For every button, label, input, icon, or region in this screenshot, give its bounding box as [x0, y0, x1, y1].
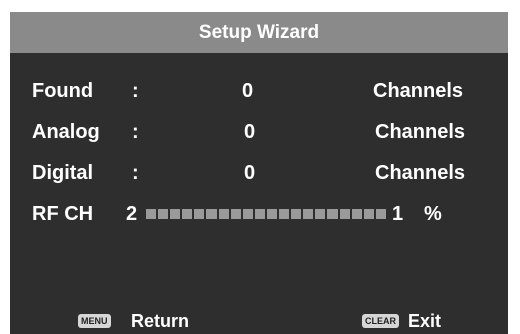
progress-segment — [230, 209, 241, 219]
found-unit: Channels — [373, 80, 464, 102]
progress-segment — [170, 209, 181, 219]
progress-segment — [206, 209, 217, 219]
progress-segment — [303, 209, 314, 219]
footer-bar: MENU Return CLEAR Exit — [10, 308, 508, 334]
rf-progress-bar — [146, 209, 386, 219]
progress-segment — [266, 209, 278, 219]
progress-segment — [327, 209, 338, 219]
progress-segment — [182, 209, 193, 219]
digital-colon: : — [132, 162, 139, 184]
progress-segment — [291, 209, 302, 219]
title-bar: Setup Wizard — [10, 12, 508, 53]
progress-segment — [242, 209, 253, 219]
rf-channel-start: 2 — [126, 203, 138, 225]
return-label[interactable]: Return — [131, 308, 189, 334]
menu-key-icon[interactable]: MENU — [78, 314, 111, 328]
page-title: Setup Wizard — [198, 21, 320, 43]
rf-progress-value: 1 — [392, 203, 404, 225]
found-colon: : — [132, 80, 139, 102]
progress-segment — [279, 209, 290, 219]
progress-segment — [375, 209, 386, 219]
clear-key-icon[interactable]: CLEAR — [362, 314, 399, 328]
digital-count: 0 — [244, 162, 256, 184]
digital-label: Digital — [32, 162, 94, 184]
exit-label[interactable]: Exit — [408, 308, 441, 334]
digital-unit: Channels — [375, 162, 466, 184]
found-label: Found — [32, 80, 94, 102]
analog-label: Analog — [32, 121, 100, 143]
digital-row: Digital : 0 Channels — [10, 160, 508, 186]
progress-segment — [315, 209, 326, 219]
progress-segment — [363, 209, 374, 219]
found-row: Found : 0 Channels — [10, 78, 508, 104]
progress-segment — [339, 209, 350, 219]
progress-segment — [146, 209, 157, 219]
rf-percent-sign: % — [424, 203, 442, 225]
progress-segment — [194, 209, 205, 219]
progress-segment — [254, 209, 265, 219]
progress-segment — [158, 209, 169, 219]
analog-unit: Channels — [375, 121, 466, 143]
setup-wizard-panel: Setup Wizard Found : 0 Channels Analog :… — [10, 12, 508, 334]
analog-row: Analog : 0 Channels — [10, 119, 508, 145]
rf-channel-row: RF CH 2 1 % — [10, 201, 508, 227]
found-count: 0 — [242, 80, 254, 102]
progress-segment — [351, 209, 362, 219]
rf-channel-label: RF CH — [32, 203, 94, 225]
progress-segment — [218, 209, 229, 219]
analog-colon: : — [132, 121, 139, 143]
analog-count: 0 — [244, 121, 256, 143]
